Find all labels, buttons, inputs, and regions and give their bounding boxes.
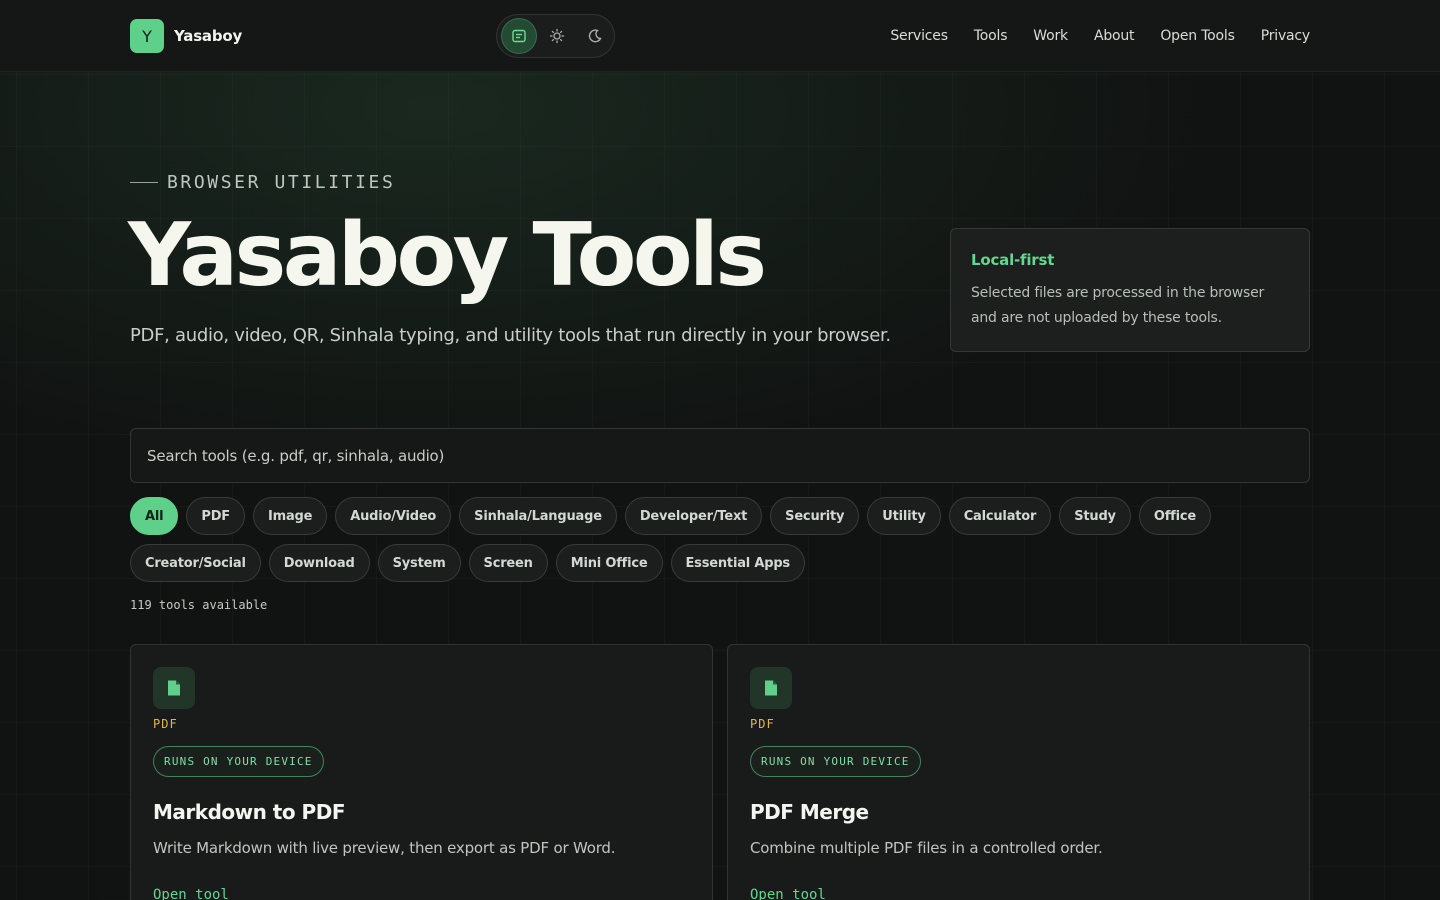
local-first-title: Local-first xyxy=(971,251,1055,269)
filter-download[interactable]: Download xyxy=(268,544,370,582)
tool-category: PDF xyxy=(750,717,775,731)
nav-privacy[interactable]: Privacy xyxy=(1261,28,1310,44)
brand-logo: Y xyxy=(130,19,164,53)
filter-calculator[interactable]: Calculator xyxy=(948,497,1052,535)
tool-title: PDF Merge xyxy=(750,800,869,824)
page-subtitle: PDF, audio, video, QR, Sinhala typing, a… xyxy=(130,325,891,346)
filter-utility[interactable]: Utility xyxy=(867,497,941,535)
moon-icon xyxy=(588,29,602,43)
filter-sinhala-language[interactable]: Sinhala/Language xyxy=(459,497,617,535)
eyebrow-divider xyxy=(130,182,158,183)
filter-creator-social[interactable]: Creator/Social xyxy=(130,544,261,582)
open-tool-link[interactable]: Open tool xyxy=(153,887,229,900)
local-first-text: Selected files are processed in the brow… xyxy=(971,285,1265,326)
nav-tools[interactable]: Tools xyxy=(974,28,1008,44)
filter-study[interactable]: Study xyxy=(1059,497,1131,535)
theme-switch xyxy=(496,14,615,58)
device-badge: RUNS ON YOUR DEVICE xyxy=(153,746,324,777)
document-icon xyxy=(168,680,180,696)
eyebrow-text: BROWSER UTILITIES xyxy=(167,172,396,193)
tool-card: PDF RUNS ON YOUR DEVICE PDF Merge Combin… xyxy=(727,644,1310,900)
dark-theme-button[interactable] xyxy=(577,18,613,54)
tool-card: PDF RUNS ON YOUR DEVICE Markdown to PDF … xyxy=(130,644,713,900)
category-filters: All PDF Image Audio/Video Sinhala/Langua… xyxy=(130,497,1310,591)
nav-work[interactable]: Work xyxy=(1033,28,1068,44)
reader-theme-button[interactable] xyxy=(501,18,537,54)
local-first-card: Local-first Selected files are processed… xyxy=(950,228,1310,352)
tool-category: PDF xyxy=(153,717,178,731)
filter-office[interactable]: Office xyxy=(1138,497,1211,535)
filter-pdf[interactable]: PDF xyxy=(186,497,245,535)
reader-mode-icon xyxy=(512,29,526,43)
tool-title: Markdown to PDF xyxy=(153,800,345,824)
brand-name: Yasaboy xyxy=(174,27,243,45)
nav-open-tools[interactable]: Open Tools xyxy=(1160,28,1235,44)
search-input[interactable] xyxy=(130,428,1310,483)
device-badge: RUNS ON YOUR DEVICE xyxy=(750,746,921,777)
tool-icon-box xyxy=(153,667,195,709)
filter-essential-apps[interactable]: Essential Apps xyxy=(670,544,805,582)
page-title: Yasaboy Tools xyxy=(128,204,767,306)
tools-count: 119 tools available xyxy=(130,598,268,612)
filter-system[interactable]: System xyxy=(377,544,461,582)
tool-description: Write Markdown with live preview, then e… xyxy=(153,839,616,857)
tool-description: Combine multiple PDF files in a controll… xyxy=(750,839,1103,857)
nav-about[interactable]: About xyxy=(1094,28,1135,44)
document-icon xyxy=(765,680,777,696)
sun-icon xyxy=(549,28,565,44)
filter-developer-text[interactable]: Developer/Text xyxy=(624,497,763,535)
nav-services[interactable]: Services xyxy=(890,28,948,44)
filter-mini-office[interactable]: Mini Office xyxy=(555,544,663,582)
filter-all[interactable]: All xyxy=(130,497,179,535)
open-tool-link[interactable]: Open tool xyxy=(750,887,826,900)
filter-image[interactable]: Image xyxy=(252,497,328,535)
brand-home-link[interactable]: Y Yasaboy xyxy=(130,19,242,53)
site-header: Y Yasaboy Services Tools Work About Open… xyxy=(0,0,1440,72)
main-nav: Services Tools Work About Open Tools Pri… xyxy=(864,0,1310,72)
filter-audio-video[interactable]: Audio/Video xyxy=(335,497,452,535)
filter-security[interactable]: Security xyxy=(770,497,860,535)
filter-screen[interactable]: Screen xyxy=(468,544,548,582)
hero-eyebrow: BROWSER UTILITIES xyxy=(130,172,395,193)
tool-icon-box xyxy=(750,667,792,709)
light-theme-button[interactable] xyxy=(539,18,575,54)
